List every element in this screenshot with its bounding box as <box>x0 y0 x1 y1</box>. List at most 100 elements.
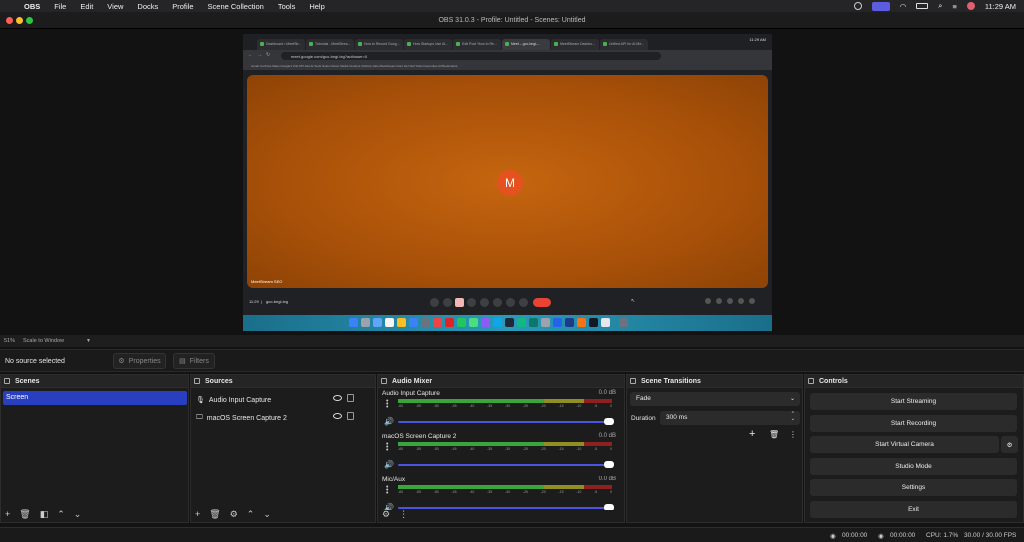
speaker-icon[interactable]: 🔊 <box>384 460 394 469</box>
start-virtual-camera-button[interactable]: Start Virtual Camera <box>810 436 999 453</box>
mic-icon <box>430 298 439 307</box>
transition-type-select[interactable]: Fade ⌄ <box>630 392 800 406</box>
emoji-icon <box>480 298 489 307</box>
whatsapp-icon <box>457 318 466 327</box>
filters-label: Filters <box>189 357 209 365</box>
notes-icon <box>397 318 406 327</box>
advanced-audio-gear-icon[interactable]: ⚙ <box>382 509 390 520</box>
channel-menu-icon[interactable]: • • • <box>386 398 392 411</box>
control-center-icon[interactable]: ≡ <box>952 2 956 11</box>
visibility-eye-icon[interactable] <box>333 413 342 419</box>
visibility-eye-icon[interactable] <box>333 395 342 401</box>
sources-title: Sources <box>205 377 233 385</box>
duration-spinbox[interactable]: 300 ms ⌃ ⌄ <box>660 411 800 425</box>
speaker-icon[interactable]: 🔊 <box>384 417 394 426</box>
menu-app-name[interactable]: OBS <box>24 2 40 11</box>
menu-tools[interactable]: Tools <box>278 2 296 11</box>
dock-handle-icon[interactable] <box>630 378 636 384</box>
studio-mode-button[interactable]: Studio Mode <box>810 458 1017 475</box>
audio-mixer-dock: Audio Mixer Audio Input Capture 0.0 dB •… <box>377 374 625 523</box>
properties-button[interactable]: ⚙ Properties <box>113 353 166 369</box>
close-window-icon[interactable] <box>6 17 13 24</box>
start-streaming-button[interactable]: Start Streaming <box>810 393 1017 410</box>
lock-icon[interactable] <box>347 394 354 402</box>
lock-icon[interactable] <box>347 412 354 420</box>
move-up-icon[interactable]: ⌃ <box>247 509 255 520</box>
remove-transition-icon[interactable]: 🗑 <box>769 430 779 439</box>
back-arrow-icon: ← <box>248 52 253 58</box>
slack-icon <box>481 318 490 327</box>
safari-icon <box>373 318 382 327</box>
filter-icon: ▤ <box>179 358 186 365</box>
source-properties-gear-icon[interactable]: ⚙ <box>230 509 238 520</box>
scene-transitions-header: Scene Transitions <box>627 375 802 388</box>
menu-profile[interactable]: Profile <box>172 2 193 11</box>
activities-icon <box>738 298 744 304</box>
browser-clock: 11:29 AM <box>749 37 766 42</box>
menubar-clock[interactable]: 11:29 AM <box>985 2 1016 11</box>
telegram-icon <box>493 318 502 327</box>
channel-menu-icon[interactable]: • • • <box>386 484 392 497</box>
meter-scale: -60 -55 -50 -45 -40 -35 -30 -25 -20 -15 -10 -5 0 <box>398 490 612 494</box>
user-avatar-icon[interactable] <box>966 2 975 10</box>
preview-zoom-label: 51% <box>4 338 16 344</box>
controls-header: Controls <box>805 375 1023 388</box>
wifi-icon[interactable]: ◠ <box>900 2 907 11</box>
menu-help[interactable]: Help <box>309 2 324 11</box>
exit-button[interactable]: Exit <box>810 501 1017 518</box>
add-transition-icon[interactable]: + <box>749 428 755 440</box>
status-bar: ◉ 00:00:00 ◉ 00:00:00 CPU: 1.7% 30.00 / … <box>0 527 1024 542</box>
dock-handle-icon[interactable] <box>808 378 814 384</box>
source-item[interactable]: 🖵 macOS Screen Capture 2 <box>196 411 374 425</box>
mixer-menu-icon[interactable]: ⋮ <box>399 509 408 520</box>
chrome-icon <box>433 318 442 327</box>
add-source-icon[interactable]: + <box>195 509 200 519</box>
virtual-camera-settings-button[interactable]: ⚙ <box>1001 436 1018 453</box>
transition-type-value: Fade <box>636 395 651 402</box>
volume-slider[interactable] <box>398 461 614 468</box>
maximize-window-icon[interactable] <box>26 17 33 24</box>
dock-handle-icon[interactable] <box>194 378 200 384</box>
minimize-window-icon[interactable] <box>16 17 23 24</box>
dock-handle-icon[interactable] <box>4 378 10 384</box>
move-up-icon[interactable]: ⌃ <box>57 509 65 520</box>
move-down-icon[interactable]: ⌄ <box>263 509 271 520</box>
source-item[interactable]: 🎙 Audio Input Capture <box>196 393 374 407</box>
selected-source-label: No source selected <box>5 358 65 365</box>
trash-dock-icon <box>619 318 628 327</box>
settings-button[interactable]: Settings <box>810 479 1017 496</box>
filters-button[interactable]: ▤ Filters <box>173 353 215 369</box>
menu-edit[interactable]: Edit <box>80 2 93 11</box>
mic-off-icon <box>443 298 452 307</box>
volume-slider-knob[interactable] <box>604 418 614 425</box>
volume-slider-knob[interactable] <box>604 461 614 468</box>
program-preview[interactable]: Dashboard • MeetStr... Tutorials - MeetS… <box>243 34 772 331</box>
search-icon[interactable]: ⌕ <box>938 1 942 11</box>
channel-menu-icon[interactable]: • • • <box>386 441 392 454</box>
screen-mirror-icon[interactable] <box>871 1 890 11</box>
transition-menu-icon[interactable]: ⋮ <box>789 430 797 439</box>
menu-view[interactable]: View <box>107 2 123 11</box>
menu-file[interactable]: File <box>54 2 66 11</box>
channel-name: Audio Input Capture <box>382 390 440 397</box>
filters-icon[interactable]: ◧ <box>40 509 49 520</box>
participant-tile: M MeetStream SEO <box>247 75 768 288</box>
host-controls-icon <box>749 298 755 304</box>
stepper-icon[interactable]: ⌃ ⌄ <box>791 412 795 422</box>
menu-docks[interactable]: Docks <box>137 2 158 11</box>
meet-time: 11:29 <box>249 299 259 304</box>
scene-item-screen[interactable]: Screen <box>3 391 187 405</box>
move-down-icon[interactable]: ⌄ <box>74 509 82 520</box>
volume-slider[interactable] <box>398 418 614 425</box>
remove-source-icon[interactable]: 🗑 <box>209 509 220 520</box>
sources-header: Sources <box>191 375 375 388</box>
scale-mode-select[interactable]: Scale to Window <box>23 338 64 344</box>
chevron-down-icon[interactable]: ▼ <box>86 338 91 344</box>
add-scene-icon[interactable]: + <box>5 509 10 519</box>
dock-handle-icon[interactable] <box>381 378 387 384</box>
start-recording-button[interactable]: Start Recording <box>810 415 1017 432</box>
remove-scene-icon[interactable]: 🗑 <box>19 509 30 520</box>
menu-scene-collection[interactable]: Scene Collection <box>208 2 264 11</box>
battery-icon[interactable] <box>916 3 929 9</box>
obs-tray-icon[interactable] <box>853 2 862 10</box>
